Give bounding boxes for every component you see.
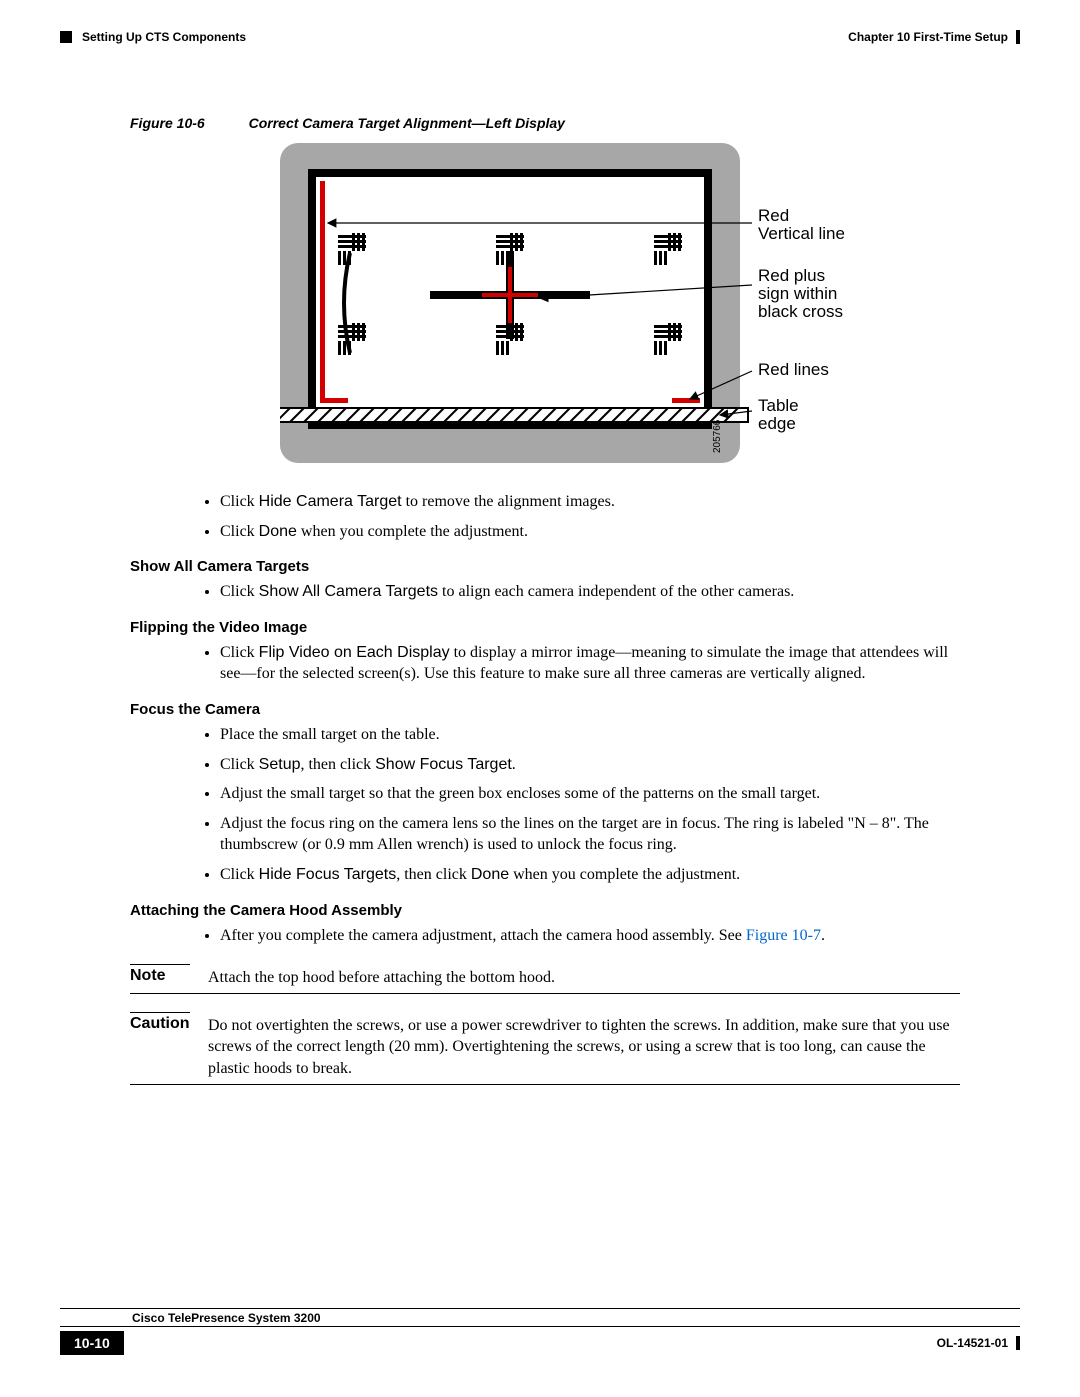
list-item: Click Setup, then click Show Focus Targe… [220,754,960,776]
figure-graphic: Red Vertical line Red plus sign within b… [280,143,960,473]
heading-flipping: Flipping the Video Image [130,619,960,636]
footer-product: Cisco TelePresence System 3200 [60,1308,1020,1327]
section-name: Setting Up CTS Components [82,30,246,44]
rule-icon [130,1012,190,1013]
callout-table-edge: Table edge [758,396,803,433]
alignment-diagram-icon: Red Vertical line Red plus sign within b… [280,143,900,473]
bullet-list: After you complete the camera adjustment… [220,925,960,947]
image-id: 205766 [712,419,723,453]
heading-hood: Attaching the Camera Hood Assembly [130,902,960,919]
figure-title: Correct Camera Target Alignment—Left Dis… [249,115,565,131]
callout-red-vertical: Red Vertical line [758,206,845,243]
rule-icon [130,993,960,994]
list-item: Click Hide Focus Targets, then click Don… [220,864,960,886]
bullet-list: Click Flip Video on Each Display to disp… [220,642,960,685]
list-item: Click Flip Video on Each Display to disp… [220,642,960,685]
heading-show-all: Show All Camera Targets [130,558,960,575]
list-item: Place the small target on the table. [220,724,960,746]
list-item: After you complete the camera adjustment… [220,925,960,947]
heading-focus: Focus the Camera [130,701,960,718]
rule-icon [130,1084,960,1085]
list-item: Click Show All Camera Targets to align e… [220,581,960,603]
note-block: Note Attach the top hood before attachin… [130,964,960,994]
page-content: Figure 10-6 Correct Camera Target Alignm… [130,115,960,1085]
bullet-list: Click Show All Camera Targets to align e… [220,581,960,603]
caution-label: Caution [130,1015,190,1080]
bullet-list: Click Hide Camera Target to remove the a… [220,491,960,542]
figure-number: Figure 10-6 [130,115,205,131]
page-number: 10-10 [60,1331,124,1355]
header-marker-icon [60,31,72,43]
footer-tick-icon [1016,1336,1020,1350]
callout-red-plus: Red plus sign within black cross [758,266,843,321]
list-item: Click Done when you complete the adjustm… [220,521,960,543]
bullet-list: Place the small target on the table. Cli… [220,724,960,886]
page-header: Setting Up CTS Components Chapter 10 Fir… [60,30,1020,44]
list-item: Adjust the small target so that the gree… [220,783,960,805]
doc-id: OL-14521-01 [937,1336,1008,1350]
callout-red-lines: Red lines [758,360,829,379]
list-item: Adjust the focus ring on the camera lens… [220,813,960,856]
note-body: Attach the top hood before attaching the… [208,967,960,989]
list-item: Click Hide Camera Target to remove the a… [220,491,960,513]
figure-caption: Figure 10-6 Correct Camera Target Alignm… [130,115,960,131]
header-tick-icon [1016,30,1020,44]
rule-icon [130,964,190,965]
note-label: Note [130,967,190,989]
chapter-name: Chapter 10 First-Time Setup [848,30,1008,44]
figure-link[interactable]: Figure 10-7 [746,927,821,944]
page-footer: Cisco TelePresence System 3200 10-10 OL-… [60,1308,1020,1355]
caution-body: Do not overtighten the screws, or use a … [208,1015,960,1080]
caution-block: Caution Do not overtighten the screws, o… [130,1012,960,1085]
